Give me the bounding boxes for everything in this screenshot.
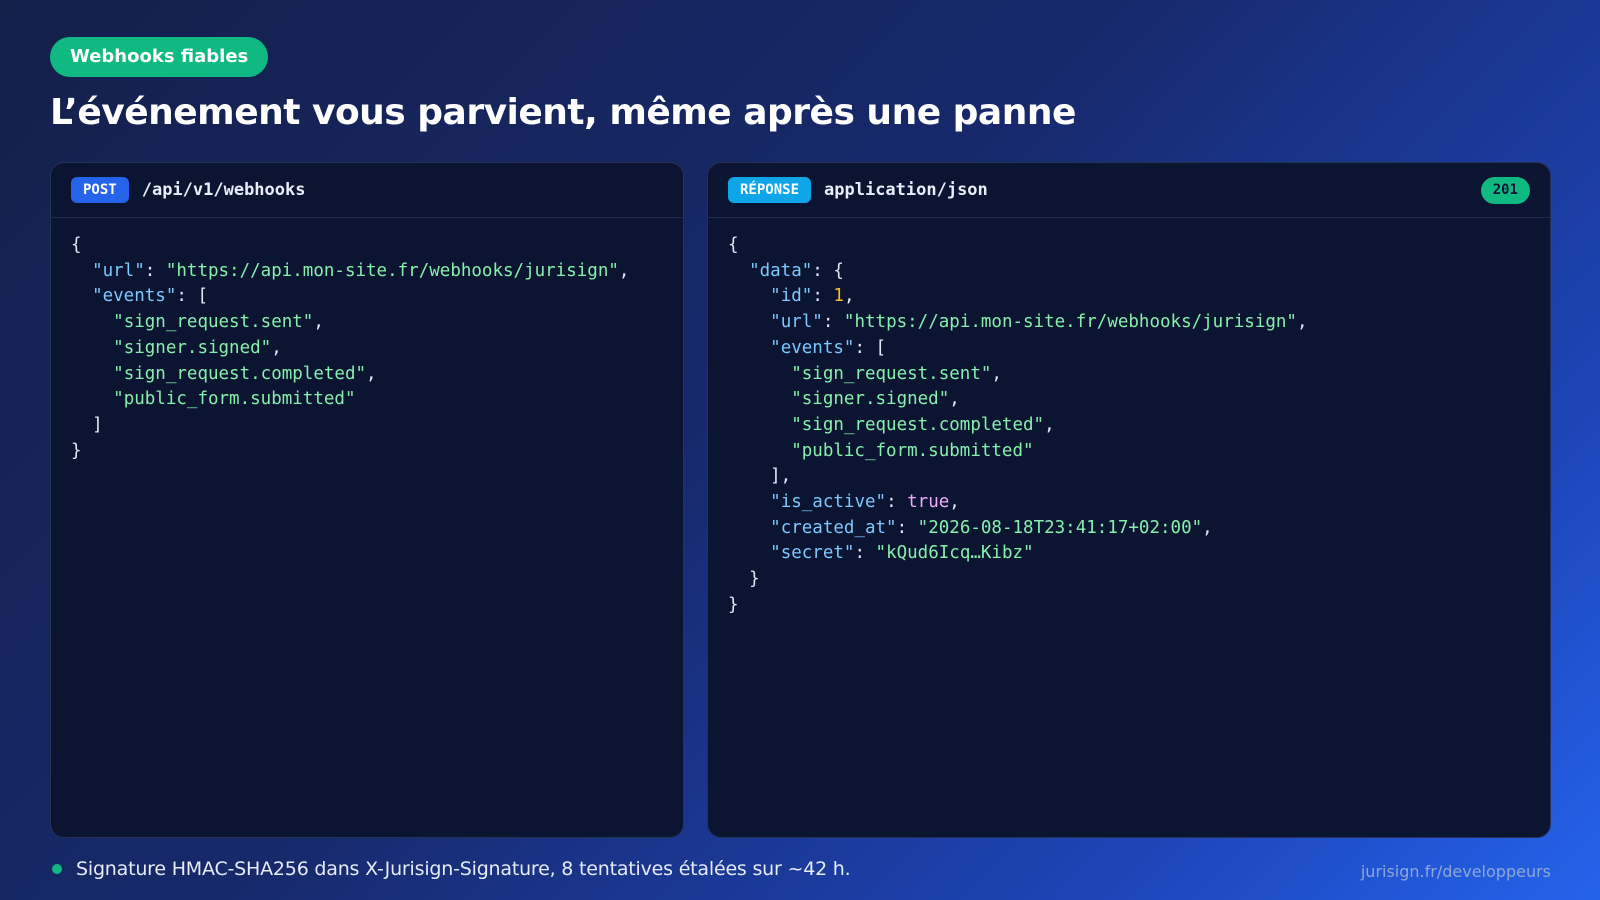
slide-title: L’événement vous parvient, même après un… — [50, 92, 1076, 133]
response-content-type: application/json — [824, 180, 988, 200]
footer-link[interactable]: jurisign.fr/developpeurs — [1361, 862, 1551, 881]
topic-badge: Webhooks fiables — [50, 37, 269, 77]
request-json-body: { "url": "https://api.mon-site.fr/webhoo… — [71, 235, 630, 461]
response-panel-header: RÉPONSE application/json 201 — [708, 163, 1550, 218]
request-panel: POST /api/v1/webhooks { "url": "https://… — [50, 162, 684, 838]
response-label-badge: RÉPONSE — [728, 177, 812, 203]
response-panel: RÉPONSE application/json 201 { "data": {… — [707, 162, 1551, 838]
response-json-body: { "data": { "id": 1, "url": "https://api… — [728, 235, 1308, 615]
status-code-badge: 201 — [1480, 177, 1530, 204]
request-endpoint: /api/v1/webhooks — [141, 180, 306, 200]
footer-note: Signature HMAC-SHA256 dans X-Jurisign-Si… — [76, 858, 851, 880]
http-method-badge: POST — [71, 177, 129, 203]
request-panel-header: POST /api/v1/webhooks — [51, 163, 683, 218]
bullet-dot-icon — [52, 864, 62, 874]
